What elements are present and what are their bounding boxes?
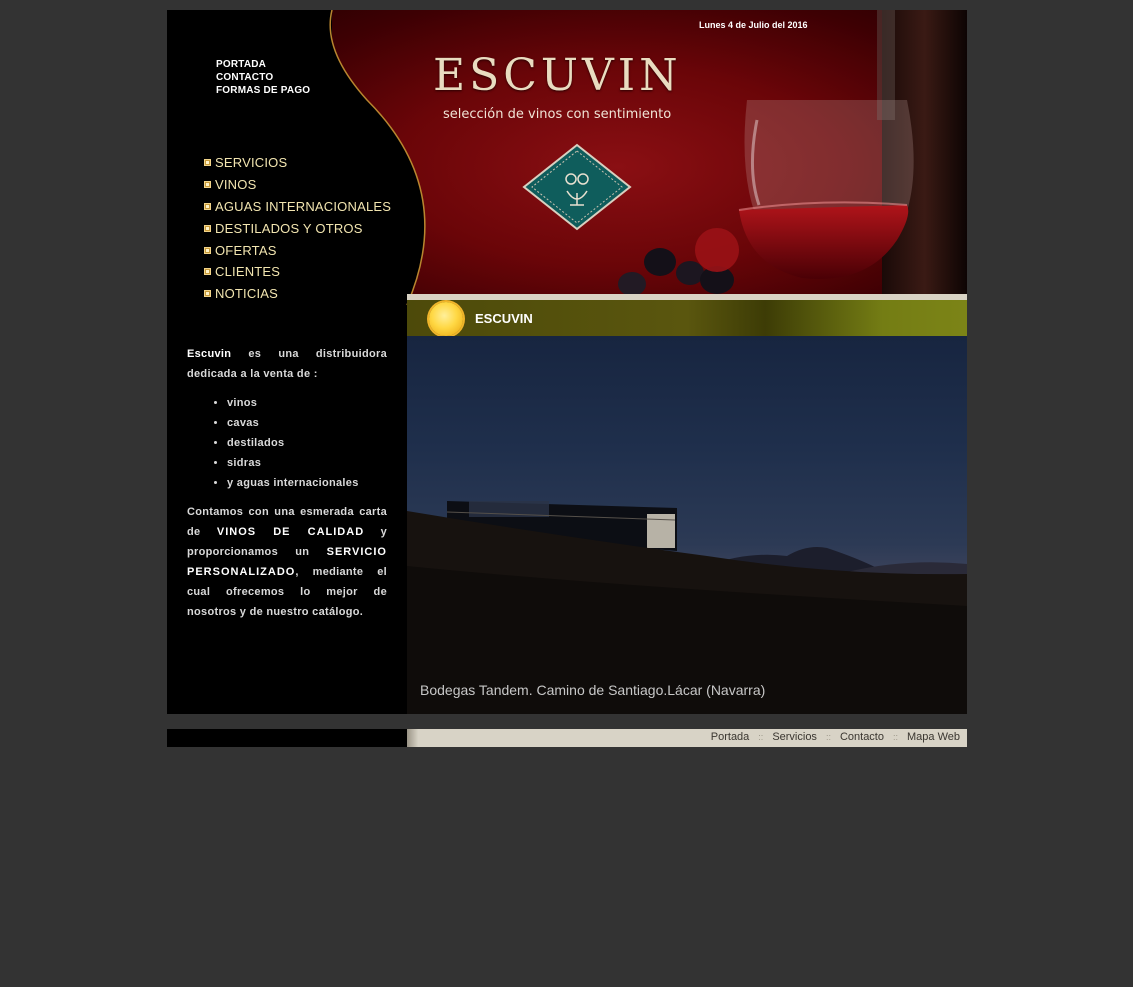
title-bar-top-strip bbox=[407, 294, 967, 300]
top-nav-formas-de-pago[interactable]: FORMAS DE PAGO bbox=[216, 84, 310, 97]
left-sidebar: Escuvin es una distribuidora dedicada a … bbox=[167, 305, 407, 714]
footer-link-servicios[interactable]: Servicios bbox=[772, 731, 817, 743]
nav-clientes[interactable]: CLIENTES bbox=[204, 261, 391, 283]
bullet-icon bbox=[204, 181, 211, 189]
main-nav: SERVICIOS VINOS AGUAS INTERNACIONALES DE… bbox=[204, 152, 391, 305]
nav-servicios[interactable]: SERVICIOS bbox=[204, 152, 391, 174]
footer-link-mapa-web[interactable]: Mapa Web bbox=[907, 731, 960, 743]
current-date: Lunes 4 de Julio del 2016 bbox=[699, 20, 808, 30]
sun-icon bbox=[429, 302, 463, 336]
nav-noticias[interactable]: NOTICIAS bbox=[204, 283, 391, 305]
list-item: destilados bbox=[227, 433, 387, 453]
bullet-icon bbox=[204, 202, 211, 210]
brand-tagline: selección de vinos con sentimiento bbox=[443, 107, 672, 122]
winery-photo: Bodegas Tandem. Camino de Santiago.Lácar… bbox=[407, 336, 967, 714]
footer-left-bar bbox=[167, 729, 407, 747]
intro-paragraph-2: Contamos con una esmerada carta de VINOS… bbox=[187, 502, 387, 622]
bullet-icon bbox=[204, 224, 211, 232]
top-nav-portada[interactable]: PORTADA bbox=[216, 58, 310, 71]
intro-text: Escuvin es una distribuidora dedicada a … bbox=[187, 344, 387, 622]
nav-label: NOTICIAS bbox=[215, 286, 278, 302]
photo-caption: Bodegas Tandem. Camino de Santiago.Lácar… bbox=[420, 682, 766, 698]
list-item: vinos bbox=[227, 393, 387, 413]
section-title: ESCUVIN bbox=[475, 311, 533, 326]
bullet-icon bbox=[204, 246, 211, 254]
nav-vinos[interactable]: VINOS bbox=[204, 174, 391, 196]
footer-separator: :: bbox=[825, 732, 831, 742]
top-nav-contacto[interactable]: CONTACTO bbox=[216, 71, 310, 84]
nav-label: VINOS bbox=[215, 177, 257, 193]
nav-label: CLIENTES bbox=[215, 264, 281, 280]
header: PORTADA CONTACTO FORMAS DE PAGO Lunes 4 … bbox=[167, 10, 967, 305]
section-title-bar: ESCUVIN bbox=[407, 294, 967, 336]
footer-link-contacto[interactable]: Contacto bbox=[840, 731, 884, 743]
list-item: cavas bbox=[227, 413, 387, 433]
site-container: PORTADA CONTACTO FORMAS DE PAGO Lunes 4 … bbox=[167, 10, 967, 747]
p2-highlight-vinos: VINOS DE CALIDAD bbox=[216, 526, 365, 538]
list-item: sidras bbox=[227, 453, 387, 473]
footer-link-portada[interactable]: Portada bbox=[711, 731, 750, 743]
winery-landscape-image bbox=[407, 501, 967, 714]
product-list: vinos cavas destilados sidras y aguas in… bbox=[187, 393, 387, 493]
footer-separator: :: bbox=[758, 732, 764, 742]
footer-links: Portada:: Servicios:: Contacto:: Mapa Web bbox=[711, 731, 960, 743]
brand-logo-text: ESCUVIN bbox=[433, 50, 682, 101]
footer-bar: Portada:: Servicios:: Contacto:: Mapa Web bbox=[407, 729, 967, 747]
list-item: y aguas internacionales bbox=[227, 473, 387, 493]
diamond-emblem-icon bbox=[522, 143, 632, 231]
intro-brand: Escuvin bbox=[187, 348, 232, 360]
bullet-icon bbox=[204, 268, 211, 276]
nav-aguas-internacionales[interactable]: AGUAS INTERNACIONALES bbox=[204, 196, 391, 218]
nav-label: DESTILADOS Y OTROS bbox=[215, 220, 363, 236]
top-nav: PORTADA CONTACTO FORMAS DE PAGO bbox=[216, 58, 310, 97]
bullet-icon bbox=[204, 159, 211, 167]
bullet-icon bbox=[204, 290, 211, 298]
footer-separator: :: bbox=[892, 732, 898, 742]
nav-label: SERVICIOS bbox=[215, 155, 288, 171]
nav-label: OFERTAS bbox=[215, 242, 277, 258]
intro-paragraph: Escuvin es una distribuidora dedicada a … bbox=[187, 344, 387, 384]
nav-destilados-y-otros[interactable]: DESTILADOS Y OTROS bbox=[204, 217, 391, 239]
nav-label: AGUAS INTERNACIONALES bbox=[215, 198, 392, 214]
nav-ofertas[interactable]: OFERTAS bbox=[204, 239, 391, 261]
